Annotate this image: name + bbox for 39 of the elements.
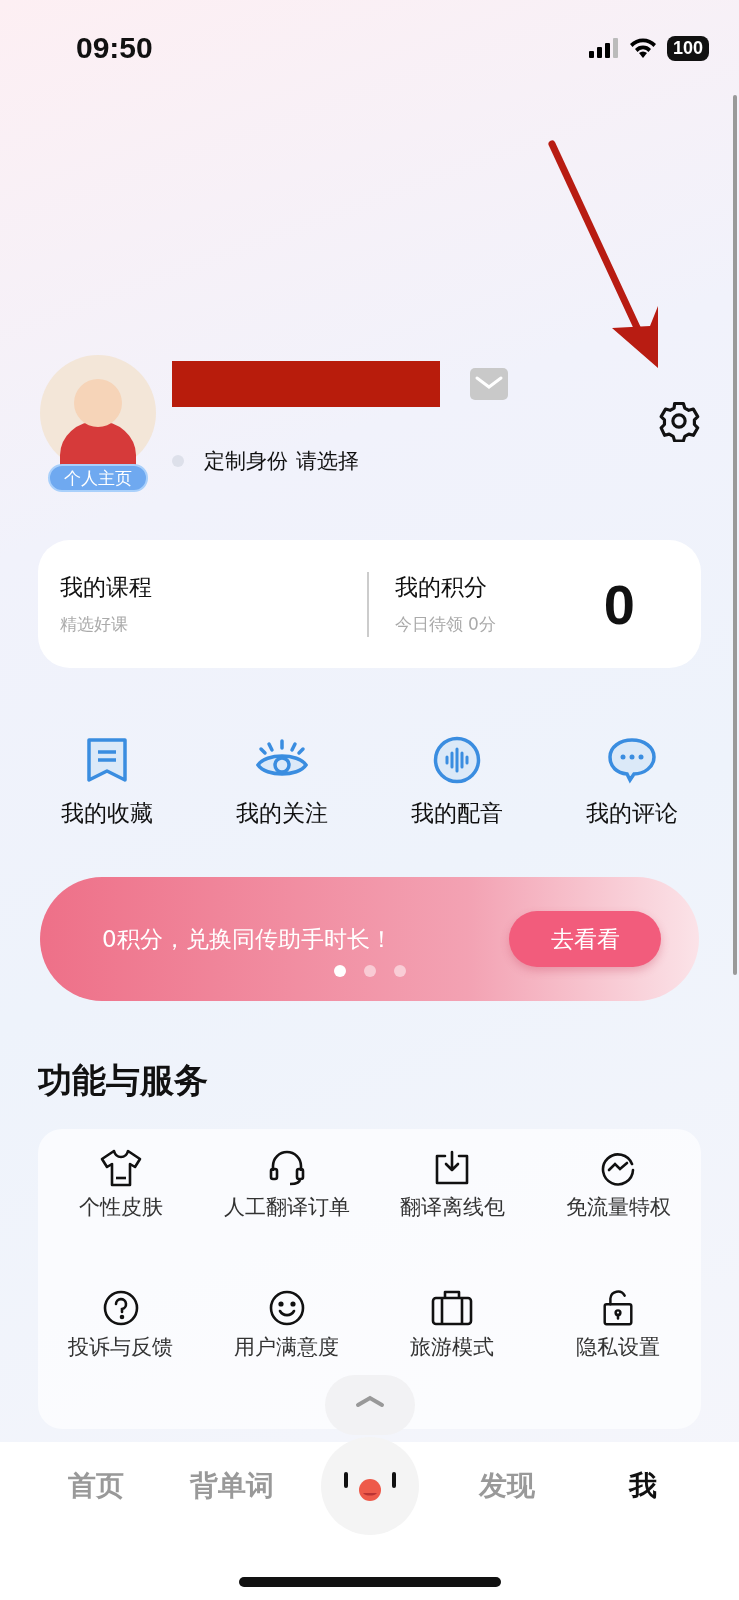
quick-link-label[interactable]: 我的配音 <box>410 798 503 829</box>
identity-label: 定制身份 <box>204 448 288 475</box>
promo-text: 0积分，兑换同传助手时长！ <box>102 924 393 954</box>
headset-icon[interactable] <box>267 1149 306 1187</box>
section-title: 功能与服务 <box>38 1059 209 1102</box>
stat-title[interactable]: 我的课程 <box>60 572 345 603</box>
stat-subtitle: 今日待领 0分 <box>394 613 497 636</box>
help-icon[interactable] <box>101 1289 140 1327</box>
service-label[interactable]: 隐私设置 <box>576 1333 661 1361</box>
quick-link-label[interactable]: 我的收藏 <box>61 798 154 829</box>
suitcase-icon[interactable] <box>430 1289 475 1327</box>
signal-icon <box>588 38 619 58</box>
mascot-button[interactable] <box>320 1436 420 1536</box>
stat-subtitle: 精选好课 <box>60 613 129 636</box>
points-value: 0 <box>603 571 635 637</box>
carousel-dot[interactable] <box>363 965 376 977</box>
tshirt-icon[interactable] <box>99 1149 142 1187</box>
service-label[interactable]: 人工翻译订单 <box>223 1193 350 1221</box>
service-label[interactable]: 个性皮肤 <box>78 1193 163 1221</box>
service-label[interactable]: 免流量特权 <box>565 1193 671 1221</box>
service-label[interactable]: 翻译离线包 <box>399 1193 505 1221</box>
stat-title[interactable]: 我的积分 <box>394 572 604 603</box>
settings-icon[interactable] <box>658 400 700 442</box>
status-time: 09:50 <box>76 31 153 65</box>
carousel-dot[interactable] <box>333 965 346 977</box>
identity-select[interactable]: 请选择 <box>296 447 359 475</box>
quick-link-label[interactable]: 我的评论 <box>585 798 678 829</box>
comment-icon[interactable] <box>606 736 657 784</box>
tab[interactable]: 我 <box>575 1464 711 1508</box>
smiley-icon[interactable] <box>267 1289 306 1327</box>
battery-indicator: 100 <box>666 35 709 61</box>
quick-link-label[interactable]: 我的关注 <box>236 798 329 829</box>
sound-wave-icon[interactable] <box>432 736 481 784</box>
service-label[interactable]: 投诉与反馈 <box>68 1333 174 1361</box>
service-label[interactable]: 用户满意度 <box>234 1333 340 1361</box>
bookmark-icon[interactable] <box>85 736 130 784</box>
carousel-dot[interactable] <box>393 965 406 977</box>
wifi-icon <box>628 38 657 58</box>
service-label[interactable]: 旅游模式 <box>410 1333 495 1361</box>
